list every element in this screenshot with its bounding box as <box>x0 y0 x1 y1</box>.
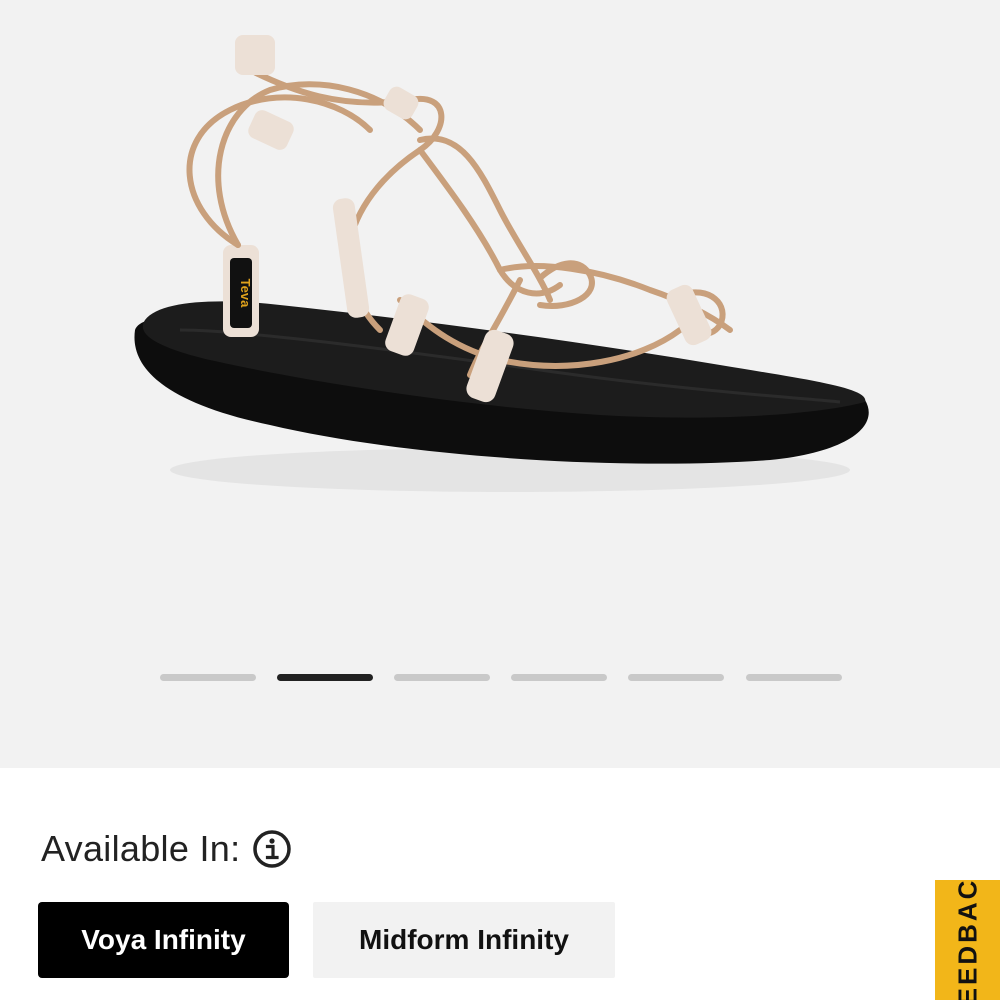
carousel-dot-4[interactable] <box>511 674 607 681</box>
carousel-pagination <box>0 674 1000 682</box>
info-circle-icon[interactable] <box>252 829 292 869</box>
availability-row: Available In: <box>41 828 292 870</box>
availability-label: Available In: <box>41 828 241 869</box>
product-gallery[interactable]: Teva <box>0 0 1000 768</box>
carousel-dot-3[interactable] <box>394 674 490 681</box>
teva-logo: Teva <box>238 279 253 308</box>
variant-voya-infinity-button[interactable]: Voya Infinity <box>38 902 289 978</box>
carousel-dot-2[interactable] <box>277 674 373 681</box>
variant-midform-infinity-button[interactable]: Midform Infinity <box>313 902 615 978</box>
variant-label: Voya Infinity <box>81 924 246 955</box>
feedback-tab[interactable]: FEEDBACK <box>935 880 1000 1000</box>
feedback-label: FEEDBACK <box>952 880 982 1000</box>
carousel-dot-5[interactable] <box>628 674 724 681</box>
carousel-dot-6[interactable] <box>746 674 842 681</box>
product-image: Teva <box>134 35 869 492</box>
variant-label: Midform Infinity <box>359 924 569 955</box>
carousel-dot-1[interactable] <box>160 674 256 681</box>
